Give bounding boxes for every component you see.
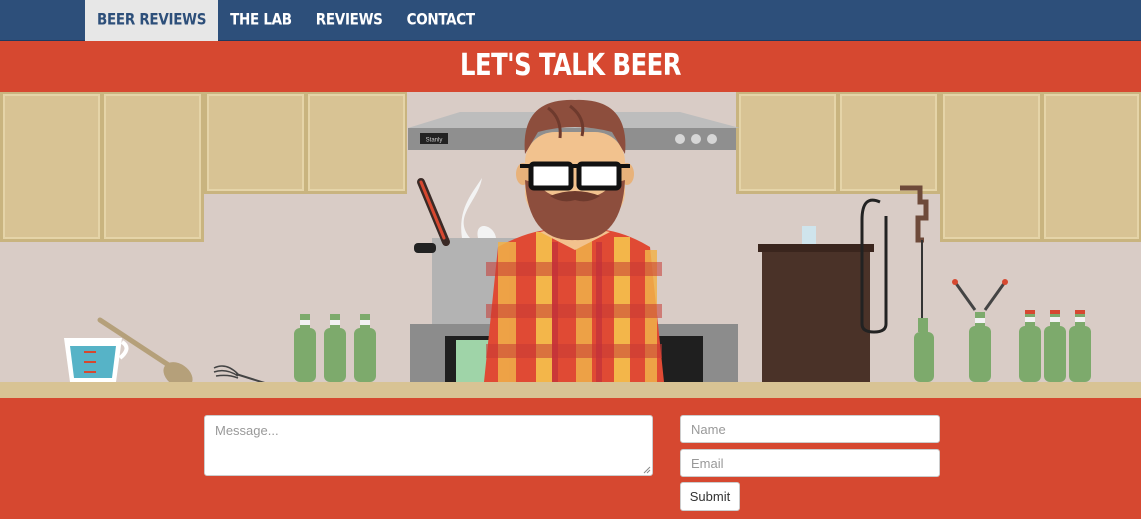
message-textarea[interactable] bbox=[204, 415, 653, 476]
nav-menu: BEER REVIEWS THE LAB REVIEWS CONTACT bbox=[85, 0, 487, 42]
nav-item-beer-reviews[interactable]: BEER REVIEWS bbox=[85, 0, 219, 42]
counter-top bbox=[0, 382, 1141, 398]
contact-form: Submit bbox=[0, 398, 1141, 519]
hero-title-bar: LET'S TALK BEER bbox=[0, 41, 1141, 92]
beer-bottles-left bbox=[294, 314, 376, 382]
resize-grip-icon[interactable] bbox=[643, 466, 651, 474]
stove-brand-label: Stanly bbox=[426, 138, 443, 144]
nav-item-reviews[interactable]: REVIEWS bbox=[304, 0, 395, 42]
kitchen-illustration: Stanly bbox=[0, 92, 1141, 398]
top-nav: BEER REVIEWS THE LAB REVIEWS CONTACT bbox=[0, 0, 1141, 42]
email-input[interactable] bbox=[680, 449, 940, 477]
submit-button[interactable]: Submit bbox=[680, 482, 740, 511]
page-title: LET'S TALK BEER bbox=[460, 48, 681, 83]
name-input[interactable] bbox=[680, 415, 940, 443]
nav-item-contact[interactable]: CONTACT bbox=[395, 0, 487, 42]
nav-item-the-lab[interactable]: THE LAB bbox=[218, 0, 304, 42]
